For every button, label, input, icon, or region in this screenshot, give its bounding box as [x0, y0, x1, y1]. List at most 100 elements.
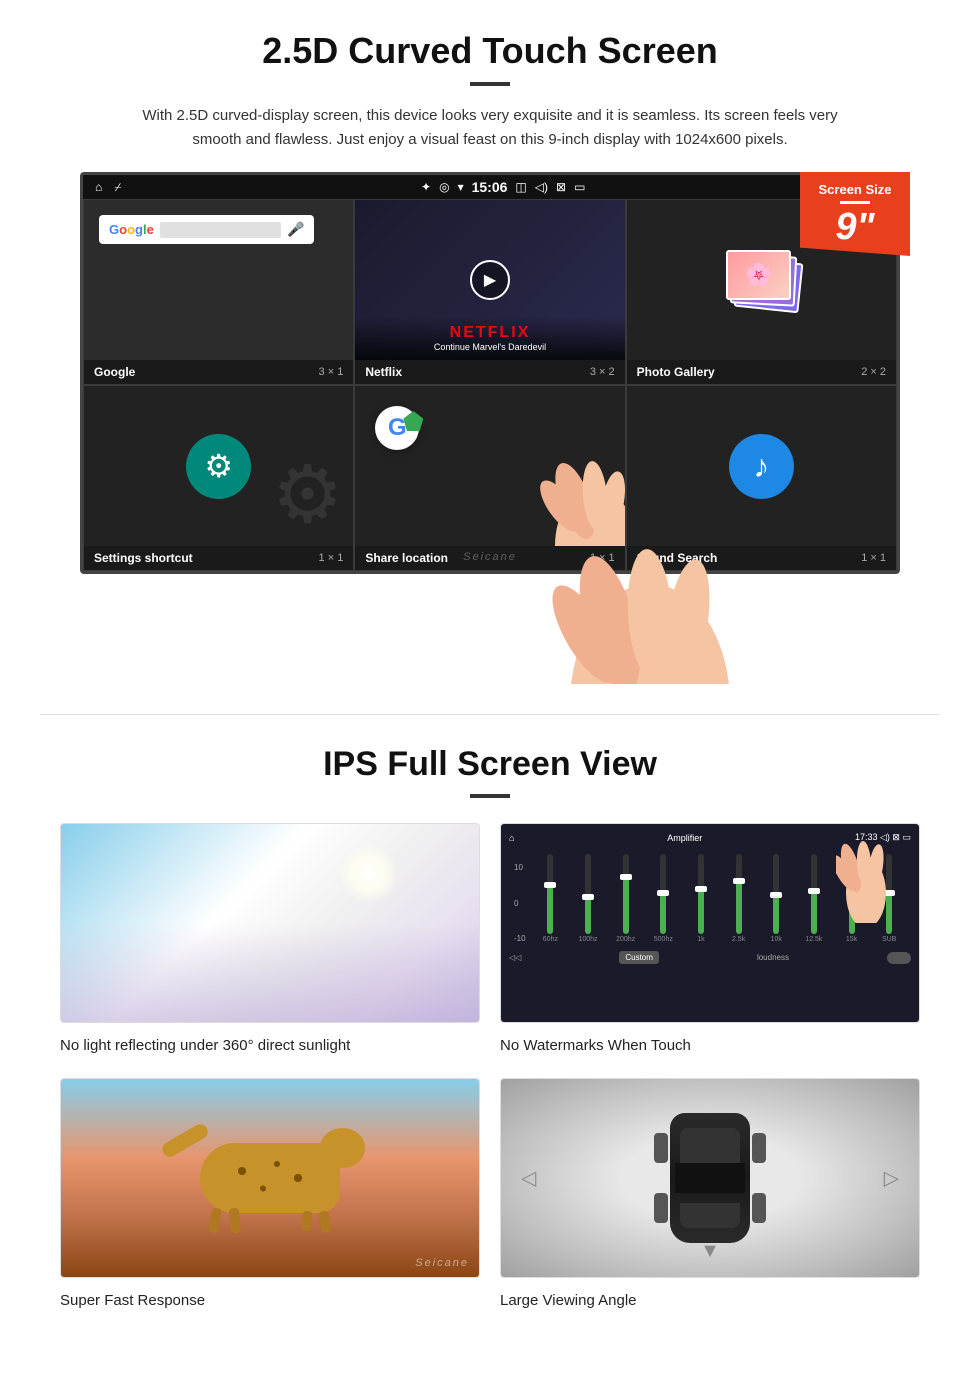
- app-cell-share[interactable]: G: [354, 385, 625, 571]
- android-screen: ⌂ ⌿ ✦ ◎ ▾ 15:06 ◫ ◁) ⊠ ▭: [80, 172, 900, 574]
- amp-bar-3: 200hz: [609, 854, 643, 943]
- cheetah-label: Super Fast Response: [60, 1288, 480, 1313]
- photo-card-front: 🌸: [726, 250, 791, 300]
- feature-car-image: ▼ ◁ ▷: [500, 1078, 920, 1278]
- sound-cell-content: ♪: [627, 386, 896, 546]
- cheetah-visual: Seicane: [61, 1079, 479, 1277]
- section1-description: With 2.5D curved-display screen, this de…: [140, 104, 840, 152]
- google-mic-icon[interactable]: 🎤: [287, 221, 304, 238]
- amp-loudness-label: loudness: [757, 953, 789, 962]
- gallery-label-name: Photo Gallery: [637, 365, 715, 379]
- device-wrapper: Screen Size 9" ⌂ ⌿ ✦ ◎ ▾ 15:06 ◫ ◁) ⊠: [80, 172, 900, 654]
- amp-label-5: 1k: [697, 936, 704, 943]
- gallery-label-size: 2 × 2: [861, 366, 886, 378]
- feature-amplifier: ⌂ Amplifier 17:33 ◁) ⊠ ▭ 10 0 -10: [500, 823, 920, 1058]
- x-icon: ⊠: [556, 180, 566, 194]
- section2-title-underline: [470, 794, 510, 798]
- amp-left-labels: 10 0 -10: [514, 863, 526, 943]
- wifi-icon: ▾: [458, 180, 464, 194]
- amp-track-2: [585, 854, 591, 934]
- amp-fill-2: [585, 898, 591, 934]
- car-windshield: [680, 1128, 740, 1163]
- app-cell-google[interactable]: Google 🎤 Google 3 × 1: [83, 199, 354, 385]
- amp-bar-7: 10k: [759, 854, 793, 943]
- share-cell-content: G: [355, 386, 624, 546]
- netflix-overlay: NETFLIX Continue Marvel's Daredevil: [355, 316, 624, 360]
- amp-custom-btn[interactable]: Custom: [619, 951, 659, 964]
- car-visual: ▼ ◁ ▷: [501, 1079, 919, 1277]
- amp-track-6: [736, 854, 742, 934]
- google-label-size: 3 × 1: [319, 366, 344, 378]
- cheetah-leg-fr: [229, 1208, 241, 1234]
- bluetooth-icon: ✦: [421, 180, 431, 194]
- share-label-name: Share location: [365, 551, 448, 565]
- amp-handle-8: [808, 888, 820, 894]
- amp-handle-5: [695, 886, 707, 892]
- amp-fill-6: [736, 882, 742, 934]
- amp-handle-1: [544, 882, 556, 888]
- amp-label-2: 100hz: [578, 936, 597, 943]
- amp-track-4: [660, 854, 666, 934]
- location-icon: ◎: [439, 180, 449, 194]
- amp-bar-5: 1k: [684, 854, 718, 943]
- amp-loudness-toggle[interactable]: [887, 952, 911, 964]
- screen-watermark: Seicane: [463, 551, 517, 563]
- badge-label: Screen Size: [808, 182, 902, 197]
- view-angle-right: ▷: [884, 1166, 899, 1191]
- sound-label-row: Sound Search 1 × 1: [627, 546, 896, 570]
- amp-label-10: SUB: [882, 936, 896, 943]
- app-grid-row2: ⚙ ⚙ Settings shortcut 1 × 1: [83, 385, 897, 571]
- netflix-play-button[interactable]: ▶: [470, 260, 510, 300]
- badge-line: [840, 201, 870, 204]
- status-bar-left: ⌂ ⌿: [95, 180, 121, 195]
- google-label-name: Google: [94, 365, 135, 379]
- amp-track-5: [698, 854, 704, 934]
- feature-cheetah: Seicane Super Fast Response: [60, 1078, 480, 1313]
- screen-icon: ▭: [574, 180, 585, 194]
- home-icon[interactable]: ⌂: [95, 180, 102, 194]
- amp-track-8: [811, 854, 817, 934]
- settings-ghost: ⚙: [272, 448, 344, 541]
- amp-track-7: [773, 854, 779, 934]
- google-search-input[interactable]: [160, 222, 281, 238]
- app-cell-settings[interactable]: ⚙ ⚙ Settings shortcut 1 × 1: [83, 385, 354, 571]
- google-label-row: Google 3 × 1: [84, 360, 353, 384]
- car-roof: [675, 1163, 745, 1193]
- cheetah-watermark: Seicane: [415, 1257, 469, 1269]
- google-logo: Google: [109, 222, 154, 237]
- car-wheel-fr: [752, 1133, 766, 1163]
- camera-icon: ◫: [515, 180, 526, 194]
- amp-label-4: 500hz: [654, 936, 673, 943]
- hand-extension-area: [80, 574, 900, 654]
- amp-track-1: [547, 854, 553, 934]
- share-g-icon-wrapper: G: [375, 406, 419, 450]
- photo-stack: 🌸: [721, 245, 801, 315]
- section1-title-underline: [470, 82, 510, 86]
- app-cell-sound[interactable]: ♪ Sound Search 1 × 1: [626, 385, 897, 571]
- amp-bar-2: 100hz: [571, 854, 605, 943]
- amp-label-3: 200hz: [616, 936, 635, 943]
- car-rear: [680, 1203, 740, 1228]
- amplifier-label: No Watermarks When Touch: [500, 1033, 920, 1058]
- cheetah-body: [200, 1143, 340, 1213]
- amplifier-visual: ⌂ Amplifier 17:33 ◁) ⊠ ▭ 10 0 -10: [501, 824, 919, 1022]
- amp-fill-7: [773, 896, 779, 934]
- car-wheel-rr: [752, 1193, 766, 1223]
- sunlight-visual: [61, 824, 479, 1022]
- hand-svg-area: [505, 416, 625, 546]
- feature-grid: No light reflecting under 360° direct su…: [60, 823, 920, 1313]
- sound-icon-circle: ♪: [729, 434, 794, 499]
- google-search-bar[interactable]: Google 🎤: [99, 215, 314, 244]
- netflix-label-row: Netflix 3 × 2: [355, 360, 624, 384]
- amp-handle-3: [620, 874, 632, 880]
- netflix-label-size: 3 × 2: [590, 366, 615, 378]
- settings-label-size: 1 × 1: [319, 552, 344, 564]
- amp-title: Amplifier: [667, 833, 702, 843]
- app-cell-netflix[interactable]: ▶ NETFLIX Continue Marvel's Daredevil Ne…: [354, 199, 625, 385]
- amp-bar-1: 60hz: [534, 854, 568, 943]
- amp-fill-4: [660, 894, 666, 934]
- amp-fill-5: [698, 890, 704, 934]
- status-bar: ⌂ ⌿ ✦ ◎ ▾ 15:06 ◫ ◁) ⊠ ▭: [83, 175, 897, 199]
- amp-bar-8: 12.5k: [797, 854, 831, 943]
- cheetah-leg-rr: [301, 1211, 313, 1232]
